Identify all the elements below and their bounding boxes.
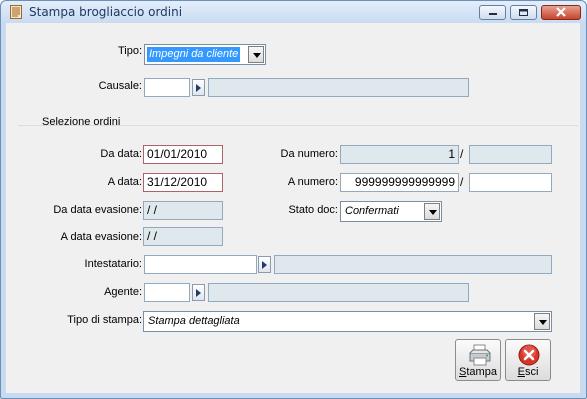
- a-numero-label: A numero:: [287, 176, 338, 188]
- chevron-down-icon: [253, 53, 261, 58]
- minimize-icon: [489, 13, 497, 15]
- da-data-evasione-label: Da data evasione:: [53, 204, 142, 216]
- intestatario-description-field: [274, 255, 552, 274]
- da-numero-input[interactable]: 1: [340, 145, 459, 164]
- tipo-stampa-value: Stampa dettagliata: [148, 315, 240, 327]
- esci-button-label: Esci: [517, 366, 539, 378]
- da-data-label: Da data:: [100, 148, 142, 160]
- chevron-down-icon: [539, 320, 547, 325]
- section-title: Selezione ordini: [42, 116, 121, 128]
- causale-description-field: [208, 78, 469, 97]
- causale-label: Causale:: [98, 80, 142, 92]
- stato-doc-dropdown-button[interactable]: [424, 203, 440, 220]
- intestatario-code-input[interactable]: [144, 255, 257, 274]
- tipo-stampa-select[interactable]: Stampa dettagliata: [143, 311, 552, 332]
- close-button[interactable]: [541, 5, 581, 20]
- intestatario-label: Intestatario:: [84, 258, 142, 270]
- agente-label: Agente:: [104, 286, 142, 298]
- da-data-input[interactable]: 01/01/2010: [143, 145, 223, 164]
- tipo-select[interactable]: Impegni da cliente: [144, 44, 266, 65]
- da-numero-separator: /: [460, 147, 464, 161]
- a-data-evasione-label: A data evasione:: [60, 231, 142, 243]
- a-data-evasione-input[interactable]: / /: [143, 227, 223, 246]
- tipo-label: Tipo:: [117, 45, 142, 57]
- close-icon: [556, 7, 566, 17]
- a-numero-serie-input[interactable]: [469, 173, 552, 192]
- tipo-stampa-dropdown-button[interactable]: [534, 313, 550, 330]
- tipo-value: Impegni da cliente: [147, 47, 241, 62]
- a-data-input[interactable]: 31/12/2010: [143, 173, 223, 192]
- exit-icon: [518, 344, 540, 366]
- tipo-stampa-label: Tipo di stampa:: [67, 314, 142, 326]
- da-numero-serie-input[interactable]: [469, 145, 552, 164]
- chevron-down-icon: [429, 210, 437, 215]
- dialog-body: Tipo: Impegni da cliente Causale: Selezi…: [6, 23, 580, 393]
- stampa-button[interactable]: Stampa: [455, 339, 501, 381]
- report-icon: [10, 5, 22, 19]
- arrow-right-icon: [196, 289, 201, 297]
- agente-code-input[interactable]: [144, 283, 190, 302]
- a-data-label: A data:: [107, 176, 142, 188]
- a-numero-separator: /: [460, 175, 464, 189]
- maximize-icon: [519, 9, 528, 16]
- printer-icon: [469, 344, 491, 366]
- da-numero-label: Da numero:: [280, 148, 338, 160]
- esci-button[interactable]: Esci: [505, 339, 551, 381]
- stampa-button-label: Stampa: [459, 366, 497, 378]
- section-divider: [18, 125, 578, 126]
- title-bar[interactable]: Stampa brogliaccio ordini: [1, 1, 586, 23]
- dialog-window: Stampa brogliaccio ordini Tipo: Impegni …: [0, 0, 587, 399]
- minimize-button[interactable]: [479, 5, 506, 20]
- da-data-evasione-input[interactable]: / /: [143, 201, 223, 220]
- stato-doc-select[interactable]: Confermati: [340, 201, 442, 222]
- agente-description-field: [208, 283, 469, 302]
- stato-doc-label: Stato doc:: [288, 204, 338, 216]
- arrow-right-icon: [196, 84, 201, 92]
- a-numero-input[interactable]: 999999999999999: [340, 173, 459, 192]
- tipo-dropdown-button[interactable]: [248, 46, 264, 63]
- causale-zoom-button[interactable]: [192, 79, 205, 96]
- agente-zoom-button[interactable]: [192, 284, 205, 301]
- window-title: Stampa brogliaccio ordini: [29, 5, 183, 19]
- intestatario-zoom-button[interactable]: [258, 256, 271, 273]
- arrow-right-icon: [262, 261, 267, 269]
- causale-code-input[interactable]: [144, 78, 190, 97]
- maximize-button[interactable]: [510, 5, 537, 20]
- stato-doc-value: Confermati: [345, 205, 399, 217]
